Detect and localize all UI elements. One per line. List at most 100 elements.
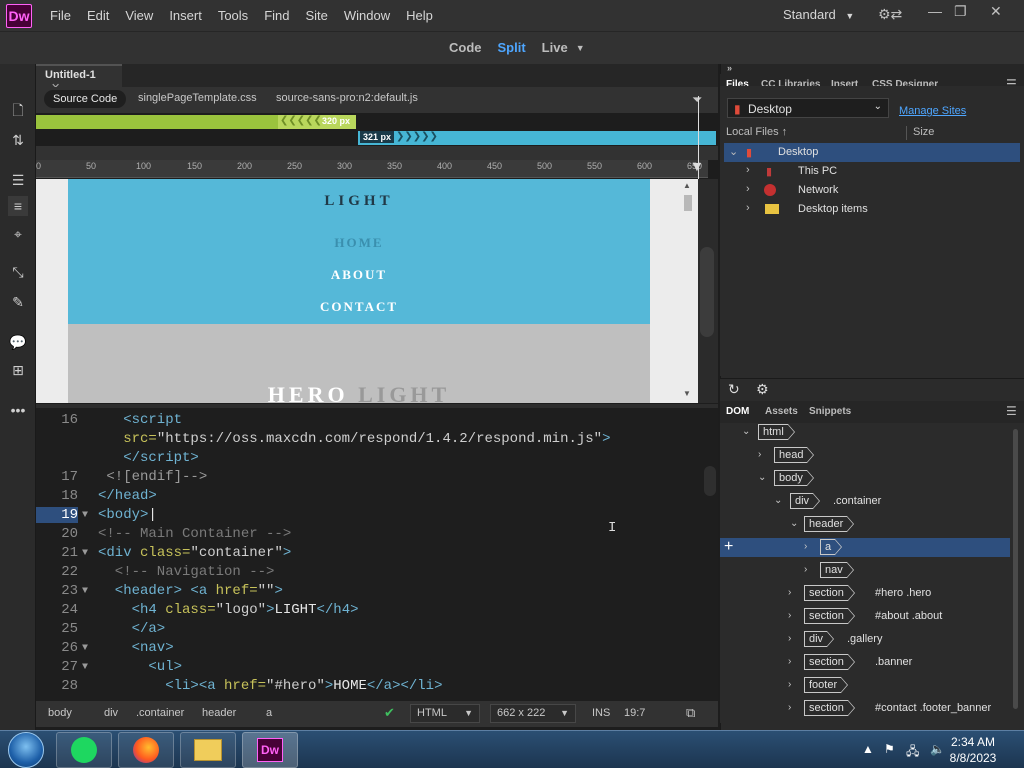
dom-node[interactable]: › section #contact .footer_banner: [720, 699, 1010, 718]
window-size-select[interactable]: 662 x 222 ▼: [490, 704, 576, 723]
chevron-right-icon[interactable]: ›: [788, 633, 791, 644]
code-editor[interactable]: 16 <script src="https://oss.maxcdn.com/r…: [36, 404, 718, 701]
dom-tag-label[interactable]: section: [804, 700, 855, 716]
dom-tag-label[interactable]: header: [804, 516, 855, 532]
fold-toggle-icon[interactable]: ▼: [82, 510, 88, 521]
menu-file[interactable]: File: [42, 8, 79, 23]
file-management-icon[interactable]: ⇅: [8, 130, 28, 150]
dom-scrollbar[interactable]: [1010, 423, 1020, 723]
show-hidden-icons-icon[interactable]: ▲: [862, 742, 874, 756]
chevron-down-icon[interactable]: ⌄: [758, 472, 766, 483]
site-select[interactable]: ▮ Desktop ⌄: [727, 98, 889, 118]
panel-menu-icon[interactable]: ☰: [1006, 404, 1017, 418]
dom-tag-label[interactable]: div: [804, 631, 835, 647]
related-file-js[interactable]: source-sans-pro:n2:default.js: [276, 92, 418, 104]
refresh-icon[interactable]: ↻: [728, 381, 740, 398]
split-view-button[interactable]: Split: [498, 40, 526, 55]
source-code-tab[interactable]: Source Code: [44, 90, 127, 108]
dom-node[interactable]: › head: [720, 446, 1010, 465]
chevron-right-icon[interactable]: ›: [804, 541, 807, 552]
network-tray-icon[interactable]: 🖧: [906, 742, 919, 763]
menu-insert[interactable]: Insert: [161, 8, 210, 23]
hero-section[interactable]: HERO LIGHT: [68, 324, 650, 403]
dom-node[interactable]: ⌄ body: [720, 469, 1010, 488]
live-code-icon[interactable]: ☰: [8, 170, 28, 190]
dom-node[interactable]: ⌄ div .container: [720, 492, 1010, 511]
dom-node[interactable]: › footer: [720, 676, 1010, 695]
scroll-down-icon[interactable]: ▼: [683, 389, 691, 398]
breadcrumb-a[interactable]: a: [266, 707, 272, 719]
chevron-right-icon[interactable]: ›: [758, 449, 761, 460]
panel-collapse-icon[interactable]: »: [727, 63, 732, 73]
menu-view[interactable]: View: [117, 8, 161, 23]
scrollbar-thumb[interactable]: [1013, 429, 1018, 709]
chevron-right-icon[interactable]: ›: [788, 679, 791, 690]
breadcrumb-header[interactable]: header: [202, 707, 236, 719]
close-icon[interactable]: ✕: [990, 3, 1002, 20]
dom-node[interactable]: › section #about .about: [720, 607, 1010, 626]
dom-node[interactable]: ⌄ header: [720, 515, 1010, 534]
menu-find[interactable]: Find: [256, 8, 297, 23]
page-logo[interactable]: LIGHT: [68, 193, 650, 210]
open-documents-icon[interactable]: 🗋: [8, 102, 28, 122]
media-query-bar-max[interactable]: ❮❮❮❮❮ 320 px: [36, 115, 356, 129]
inspect-icon[interactable]: ⌖: [8, 224, 28, 244]
menu-window[interactable]: Window: [336, 8, 398, 23]
media-query-bar-min[interactable]: 321 px ❯❯❯❯❯: [358, 131, 716, 145]
tab-dom[interactable]: DOM: [726, 406, 749, 417]
dom-node[interactable]: › div .gallery: [720, 630, 1010, 649]
taskbar-explorer[interactable]: [180, 732, 236, 768]
fold-toggle-icon[interactable]: ▼: [82, 586, 88, 597]
tree-item-desktop[interactable]: ⌄ ▮ Desktop: [724, 143, 1020, 162]
chevron-right-icon[interactable]: ›: [746, 164, 750, 176]
add-element-icon[interactable]: +: [724, 538, 733, 556]
dom-tag-label[interactable]: footer: [804, 677, 849, 693]
chevron-right-icon[interactable]: ›: [804, 564, 807, 575]
split-scroll-thumb[interactable]: [700, 247, 714, 337]
scroll-up-icon[interactable]: ▲: [683, 181, 691, 190]
chevron-right-icon[interactable]: ›: [788, 656, 791, 667]
workspace-switcher[interactable]: Standard ▼: [783, 7, 854, 22]
dom-tag-label[interactable]: nav: [820, 562, 854, 578]
connect-icon[interactable]: ⚙: [756, 381, 769, 398]
dom-node[interactable]: › section #hero .hero: [720, 584, 1010, 603]
dom-node[interactable]: + › a: [720, 538, 1010, 557]
live-view-button[interactable]: Live: [542, 40, 568, 55]
dom-tag-label[interactable]: a: [820, 539, 843, 555]
nav-link-contact[interactable]: CONTACT: [68, 299, 650, 315]
taskbar-firefox[interactable]: [118, 732, 174, 768]
dom-tag-label[interactable]: html: [758, 424, 795, 440]
doc-type-select[interactable]: HTML ▼: [410, 704, 480, 723]
chevron-right-icon[interactable]: ›: [788, 610, 791, 621]
nav-link-about[interactable]: ABOUT: [68, 267, 650, 283]
size-header[interactable]: Size: [913, 126, 934, 138]
tree-item-desktop-items[interactable]: › Desktop items: [724, 200, 1020, 219]
breadcrumb-div[interactable]: div: [104, 707, 118, 719]
taskbar-spotify[interactable]: [56, 732, 112, 768]
menu-tools[interactable]: Tools: [210, 8, 256, 23]
tab-untitled-1[interactable]: Untitled-1 ✕: [36, 64, 122, 94]
fold-toggle-icon[interactable]: ▼: [82, 548, 88, 559]
preview-icon[interactable]: ⧉: [686, 705, 695, 721]
related-file-css[interactable]: singlePageTemplate.css: [138, 92, 257, 104]
format-source-icon[interactable]: ≡: [8, 196, 28, 216]
taskbar-clock[interactable]: 2:34 AM 8/8/2023: [938, 734, 1008, 766]
start-button[interactable]: [8, 732, 44, 768]
live-view-scrollbar[interactable]: ▲ ▼: [680, 181, 694, 403]
tab-assets[interactable]: Assets: [765, 406, 798, 417]
chevron-right-icon[interactable]: ›: [746, 202, 750, 214]
dom-tag-label[interactable]: section: [804, 608, 855, 624]
insert-mode[interactable]: INS: [592, 707, 610, 719]
breadcrumb-body[interactable]: body: [48, 707, 72, 719]
fold-toggle-icon[interactable]: ▼: [82, 643, 88, 654]
action-center-icon[interactable]: ⚑: [884, 742, 895, 756]
minimize-icon[interactable]: —: [928, 3, 942, 19]
tree-item-network[interactable]: › Network: [724, 181, 1020, 200]
resize-handle-icon[interactable]: ▼: [690, 158, 704, 174]
code-scrollbar-thumb[interactable]: [704, 466, 716, 496]
brush-icon[interactable]: ✎: [8, 292, 28, 312]
restore-icon[interactable]: ❐: [954, 3, 967, 20]
page-header[interactable]: LIGHT HOME ABOUT CONTACT: [68, 179, 650, 324]
chevron-down-icon[interactable]: ⌄: [790, 518, 798, 529]
dom-node[interactable]: ⌄ html: [720, 423, 1010, 442]
